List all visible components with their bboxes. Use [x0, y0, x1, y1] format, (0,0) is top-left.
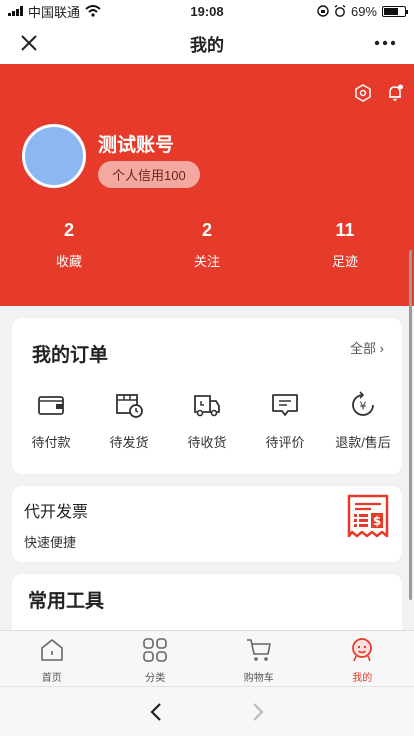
svg-text:$: $	[373, 514, 381, 528]
order-pending-payment[interactable]: 待付款	[12, 390, 90, 451]
alarm-icon	[334, 5, 346, 17]
grid-icon	[143, 638, 168, 662]
tab-label: 分类	[145, 673, 166, 684]
signal-icon	[8, 6, 23, 16]
home-icon	[40, 639, 63, 661]
order-label: 待发货	[109, 435, 149, 450]
tools-title: 常用工具	[28, 591, 105, 612]
stat-following[interactable]: 2 关注	[138, 220, 276, 270]
stat-favorites[interactable]: 2 收藏	[0, 220, 138, 270]
chevron-right-icon	[253, 702, 264, 721]
invoice-card[interactable]: 代开发票 快速便捷 $	[12, 486, 402, 562]
status-bar: 中国联通 19:08 69%	[0, 0, 414, 22]
settings-icon[interactable]	[354, 84, 372, 102]
chevron-right-icon: ›	[379, 341, 384, 356]
battery-percent: 69%	[350, 3, 377, 19]
stat-label: 收藏	[55, 254, 82, 269]
orders-title: 我的订单	[32, 345, 109, 366]
back-button[interactable]	[141, 697, 171, 727]
nav-bar: 我的	[0, 22, 414, 64]
profile-header: 测试账号 个人信用100 2 收藏 2 关注 11 足迹	[0, 64, 414, 306]
invoice-subtitle: 快速便捷	[24, 535, 77, 550]
avatar[interactable]	[22, 124, 86, 188]
order-label: 待收货	[187, 435, 227, 450]
browser-bar	[0, 686, 414, 736]
username[interactable]: 测试账号	[98, 130, 174, 157]
tab-mine[interactable]: 我的	[311, 631, 414, 686]
orders-card: 我的订单 全部 › 待付款 待发货 待收货 待评价 ¥ 退款/售后	[12, 318, 402, 474]
svg-text:¥: ¥	[360, 400, 367, 413]
order-status-list: 待付款 待发货 待收货 待评价 ¥ 退款/售后	[12, 390, 402, 451]
chevron-left-icon	[150, 702, 161, 721]
scroll-indicator	[409, 250, 412, 600]
refund-icon: ¥	[352, 391, 374, 416]
more-button[interactable]	[370, 28, 400, 58]
invoice-title: 代开发票	[24, 504, 89, 521]
battery-icon	[382, 5, 408, 17]
tab-label: 我的	[352, 673, 373, 684]
order-label: 待评价	[265, 435, 305, 450]
forward-button[interactable]	[243, 697, 273, 727]
notification-bell-icon[interactable]	[386, 84, 404, 102]
order-pending-review[interactable]: 待评价	[246, 390, 324, 451]
order-refund[interactable]: ¥ 退款/售后	[324, 390, 402, 451]
stat-label: 关注	[193, 254, 220, 269]
header-actions	[354, 84, 404, 102]
wallet-icon	[38, 396, 64, 415]
order-label: 待付款	[31, 435, 71, 450]
tab-bar: 首页 分类 购物车 我的	[0, 630, 414, 686]
tab-cart[interactable]: 购物车	[207, 631, 311, 686]
orders-see-all-link[interactable]: 全部 ›	[350, 338, 384, 357]
credit-badge[interactable]: 个人信用100	[98, 161, 200, 188]
tab-label: 购物车	[243, 673, 274, 684]
rotation-lock-icon	[317, 5, 329, 17]
stat-history[interactable]: 11 足迹	[276, 220, 414, 270]
order-pending-shipment[interactable]: 待发货	[90, 390, 168, 451]
truck-icon	[194, 395, 220, 417]
close-button[interactable]	[14, 28, 44, 58]
see-all-label: 全部	[350, 341, 377, 356]
stat-label: 足迹	[331, 254, 358, 269]
wifi-icon	[85, 5, 101, 17]
page-title: 我的	[190, 35, 224, 55]
order-label: 退款/售后	[335, 435, 391, 450]
package-clock-icon	[116, 394, 143, 418]
tab-label: 首页	[41, 673, 62, 684]
more-icon	[374, 40, 396, 46]
profile-stats: 2 收藏 2 关注 11 足迹	[0, 220, 414, 270]
close-icon	[21, 35, 37, 51]
receipt-icon: $	[347, 494, 389, 538]
carrier-label: 中国联通	[28, 4, 81, 20]
stat-count: 11	[335, 220, 355, 240]
tab-categories[interactable]: 分类	[104, 631, 208, 686]
stat-count: 2	[63, 220, 74, 240]
status-left: 中国联通	[8, 2, 101, 21]
order-pending-receipt[interactable]: 待收货	[168, 390, 246, 451]
comment-icon	[272, 394, 298, 416]
tab-home[interactable]: 首页	[0, 631, 104, 686]
user-icon	[352, 638, 373, 662]
status-right: 69%	[317, 3, 408, 19]
cart-icon	[246, 639, 271, 661]
battery-fill	[384, 7, 398, 15]
stat-count: 2	[201, 220, 212, 240]
